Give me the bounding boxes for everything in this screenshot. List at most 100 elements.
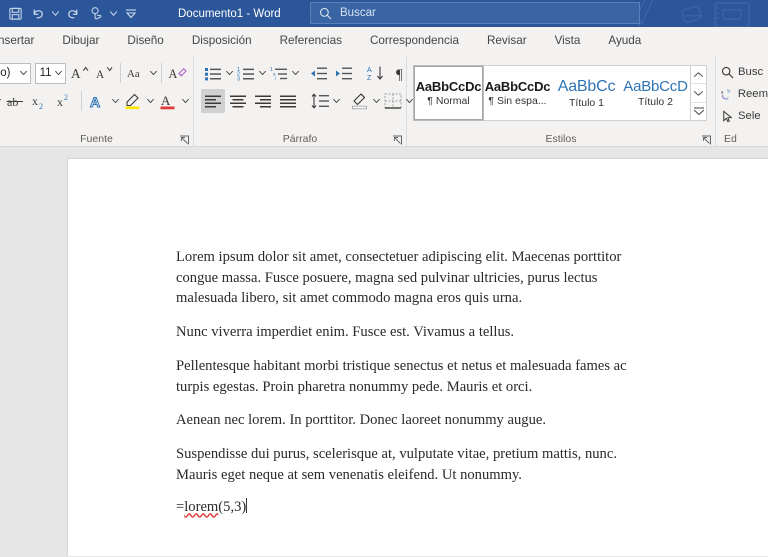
svg-text:b: b bbox=[727, 88, 730, 94]
tab-ayuda[interactable]: Ayuda bbox=[594, 27, 655, 55]
font-size-combo[interactable]: 11 bbox=[34, 62, 67, 84]
styles-scroll-up-icon[interactable] bbox=[691, 66, 706, 85]
find-button[interactable]: Busc bbox=[716, 61, 768, 83]
shrink-font-icon[interactable]: A bbox=[92, 61, 116, 85]
line-spacing-icon[interactable] bbox=[308, 89, 332, 113]
shading-icon[interactable] bbox=[348, 89, 372, 113]
svg-text:A: A bbox=[367, 67, 372, 74]
paragraph-dialog-launcher-icon[interactable] bbox=[392, 133, 403, 145]
group-label-edicion: Ed bbox=[724, 133, 737, 145]
font-name-combo[interactable]: rpo) bbox=[0, 62, 31, 84]
field-misspelled-word: lorem bbox=[184, 499, 219, 516]
bold-italic-overflow-chevron-icon[interactable] bbox=[0, 89, 2, 113]
group-label-estilos: Estilos bbox=[545, 133, 577, 145]
styles-gallery-scrollbar[interactable] bbox=[691, 65, 707, 121]
sort-icon[interactable]: A Z bbox=[364, 61, 388, 85]
style-mark-normal: ¶ bbox=[427, 95, 433, 107]
svg-text:2: 2 bbox=[64, 93, 68, 102]
font-color-icon[interactable]: A bbox=[156, 89, 180, 113]
ribbon: rpo) 11 A A Aa A bbox=[0, 55, 768, 147]
style-preview-normal: AaBbCcDc bbox=[415, 79, 482, 94]
style-item-normal[interactable]: AaBbCcDc ¶ Normal bbox=[413, 65, 484, 121]
styles-gallery: AaBbCcDc ¶ Normal AaBbCcDc ¶ Sin espa...… bbox=[413, 65, 691, 121]
tab-referencias[interactable]: Referencias bbox=[266, 27, 356, 55]
multilevel-list-icon[interactable]: 1 a i bbox=[267, 61, 291, 85]
touch-mode-dropdown-icon[interactable] bbox=[108, 3, 119, 25]
quick-access-toolbar bbox=[0, 0, 142, 27]
search-box[interactable]: Buscar bbox=[310, 2, 640, 24]
svg-text:A: A bbox=[71, 66, 81, 81]
tab-revisar[interactable]: Revisar bbox=[473, 27, 541, 55]
highlight-color-chevron-down-icon[interactable] bbox=[146, 89, 155, 113]
select-label: Sele bbox=[738, 110, 761, 122]
borders-icon[interactable] bbox=[381, 89, 405, 113]
subscript-icon[interactable]: x2 bbox=[28, 89, 52, 113]
tab-dibujar[interactable]: Dibujar bbox=[48, 27, 113, 55]
increase-indent-icon[interactable] bbox=[332, 61, 356, 85]
justify-icon[interactable] bbox=[276, 89, 300, 113]
svg-text:Z: Z bbox=[367, 75, 372, 81]
align-right-icon[interactable] bbox=[251, 89, 275, 113]
multilevel-list-chevron-down-icon[interactable] bbox=[292, 61, 299, 85]
grow-font-icon[interactable]: A bbox=[67, 61, 91, 85]
styles-dialog-launcher-icon[interactable] bbox=[701, 133, 712, 145]
tab-insertar[interactable]: nsertar bbox=[0, 27, 48, 55]
style-preview-titulo-2: AaBbCcD bbox=[623, 78, 688, 95]
bullets-chevron-down-icon[interactable] bbox=[226, 61, 233, 85]
text-effects-chevron-down-icon[interactable] bbox=[111, 89, 120, 113]
strikethrough-icon[interactable]: ab bbox=[3, 89, 27, 113]
tab-vista[interactable]: Vista bbox=[541, 27, 595, 55]
page-body[interactable]: Lorem ipsum dolor sit amet, consectetuer… bbox=[68, 159, 638, 516]
ribbon-group-edicion: Busc a b c Reem Sele Ed bbox=[716, 55, 768, 146]
style-item-titulo-1[interactable]: AaBbCc Título 1 bbox=[552, 66, 621, 120]
select-button[interactable]: Sele bbox=[716, 105, 768, 127]
change-case-chevron-down-icon[interactable] bbox=[150, 61, 158, 85]
style-name-sin-espaciado: Sin espa... bbox=[496, 95, 547, 107]
tab-diseno[interactable]: Diseño bbox=[113, 27, 177, 55]
find-label: Busc bbox=[738, 66, 764, 78]
numbering-icon[interactable]: 1 2 3 bbox=[234, 61, 258, 85]
styles-scroll-down-icon[interactable] bbox=[691, 84, 706, 103]
font-row-1: rpo) 11 A A Aa A bbox=[0, 59, 193, 87]
font-color-chevron-down-icon[interactable] bbox=[181, 89, 190, 113]
style-item-titulo-2[interactable]: AaBbCcD Título 2 bbox=[621, 66, 690, 120]
align-left-icon[interactable] bbox=[201, 89, 225, 113]
styles-more-icon[interactable] bbox=[691, 103, 706, 120]
shading-chevron-down-icon[interactable] bbox=[373, 89, 380, 113]
font-name-chevron-down-icon[interactable] bbox=[19, 71, 27, 75]
text-effects-icon[interactable]: A bbox=[86, 89, 110, 113]
decrease-indent-icon[interactable] bbox=[307, 61, 331, 85]
replace-button[interactable]: a b c Reem bbox=[716, 83, 768, 105]
align-center-icon[interactable] bbox=[226, 89, 250, 113]
numbering-chevron-down-icon[interactable] bbox=[259, 61, 266, 85]
svg-text:¶: ¶ bbox=[396, 67, 403, 81]
superscript-icon[interactable]: x2 bbox=[53, 89, 77, 113]
font-size-value: 11 bbox=[39, 67, 52, 79]
highlight-color-icon[interactable] bbox=[121, 89, 145, 113]
paragraph-5: Suspendisse dui purus, scelerisque at, v… bbox=[176, 446, 617, 483]
save-icon[interactable] bbox=[4, 3, 26, 25]
document-page[interactable]: Lorem ipsum dolor sit amet, consectetuer… bbox=[68, 159, 768, 556]
redo-icon[interactable] bbox=[62, 3, 84, 25]
document-workspace[interactable]: Lorem ipsum dolor sit amet, consectetuer… bbox=[0, 147, 768, 556]
change-case-icon[interactable]: Aa bbox=[125, 61, 149, 85]
tab-correspondencia[interactable]: Correspondencia bbox=[356, 27, 473, 55]
customize-qat-icon[interactable] bbox=[120, 3, 142, 25]
svg-text:3: 3 bbox=[237, 76, 240, 81]
undo-dropdown-icon[interactable] bbox=[50, 3, 61, 25]
undo-icon[interactable] bbox=[27, 3, 49, 25]
lorem-field-line: =lorem(5,3) bbox=[176, 498, 248, 516]
clear-formatting-icon[interactable]: A bbox=[166, 61, 190, 85]
font-size-chevron-down-icon[interactable] bbox=[55, 71, 63, 75]
style-name-titulo-2: Título 2 bbox=[637, 96, 674, 108]
style-item-sin-espaciado[interactable]: AaBbCcDc ¶ Sin espa... bbox=[483, 66, 552, 120]
field-prefix: = bbox=[176, 499, 185, 516]
tab-disposicion[interactable]: Disposición bbox=[178, 27, 266, 55]
touch-mode-icon[interactable] bbox=[85, 3, 107, 25]
bullets-icon[interactable] bbox=[201, 61, 225, 85]
line-spacing-chevron-down-icon[interactable] bbox=[333, 89, 340, 113]
font-dialog-launcher-icon[interactable] bbox=[179, 133, 190, 145]
font-name-value: rpo) bbox=[0, 67, 11, 79]
font-divider-2 bbox=[161, 63, 162, 83]
svg-text:A: A bbox=[169, 67, 178, 81]
